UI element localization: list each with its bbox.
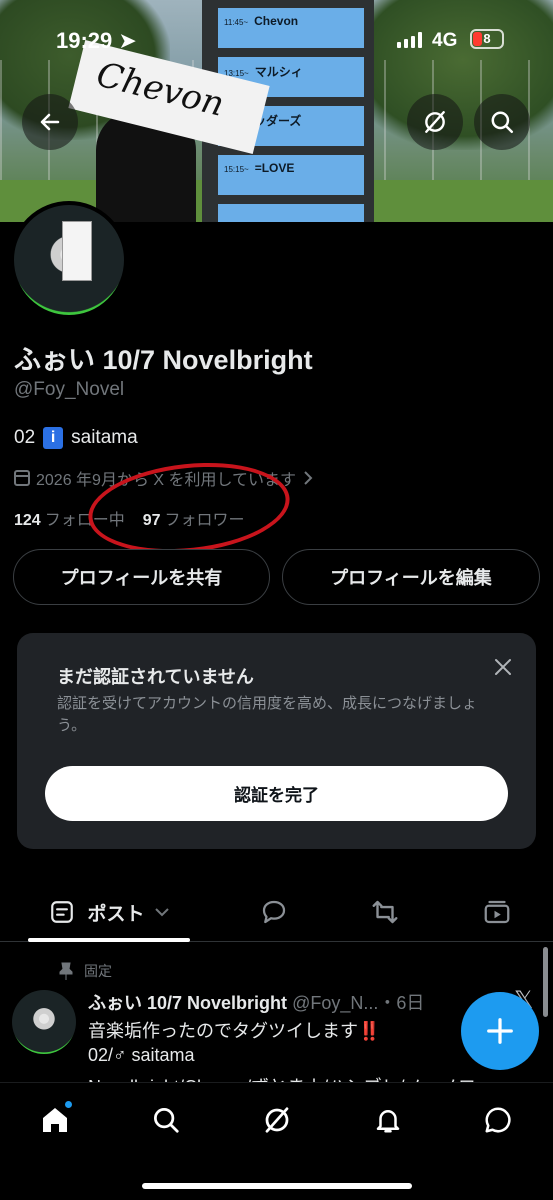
calendar-icon: [14, 470, 30, 486]
active-tab-indicator: [28, 938, 190, 942]
grok-icon: [265, 1107, 289, 1133]
post-author-name[interactable]: ふぉい 10/7 Novelbright: [88, 993, 287, 1013]
post-list-icon: [51, 901, 74, 923]
status-time: 19:29 ➤: [56, 28, 137, 53]
tab-reposts[interactable]: [364, 882, 406, 942]
nav-home[interactable]: [35, 1100, 75, 1140]
profile-name: ふぉい 10/7 Novelbright: [14, 345, 313, 375]
notifications-icon: [376, 1110, 400, 1133]
status-bar: 19:29 ➤ 4G 8: [0, 28, 553, 58]
reply-icon: [262, 900, 286, 924]
pin-icon: [59, 962, 73, 980]
search-button[interactable]: [474, 94, 530, 150]
verification-card: まだ認証されていません 認証を受けてアカウントの信用度を高め、成長につなげましょ…: [17, 633, 536, 849]
tab-posts[interactable]: ポスト: [28, 882, 190, 942]
nav-messages[interactable]: [478, 1100, 518, 1140]
plus-icon: [487, 1018, 513, 1044]
battery-icon: 8: [470, 29, 504, 49]
profile-tabs: ポスト: [0, 882, 553, 942]
notification-dot: [64, 1100, 73, 1109]
information-icon: i: [43, 427, 64, 449]
repost-icon: [372, 900, 398, 924]
messages-icon: [485, 1107, 511, 1133]
back-arrow-icon: [40, 113, 60, 131]
timetable-slot: [218, 204, 364, 222]
scrollbar[interactable]: [543, 947, 548, 1017]
tab-media[interactable]: [476, 882, 518, 942]
grok-button[interactable]: [407, 94, 463, 150]
pinned-label: 固定: [84, 963, 112, 979]
pinned-indicator: 固定: [58, 961, 112, 981]
network-type: 4G: [432, 30, 458, 51]
grok-icon: [425, 111, 445, 133]
home-indicator: [142, 1183, 412, 1189]
bio-location: saitama: [71, 427, 138, 448]
nav-grok[interactable]: [257, 1100, 297, 1140]
edit-profile-button[interactable]: プロフィールを編集: [282, 549, 540, 605]
profile-handle: @Foy_Novel: [14, 379, 125, 400]
post-handle-time: @Foy_N...・6日: [292, 993, 425, 1013]
verification-title: まだ認証されていません: [57, 667, 254, 687]
following-count: 124: [14, 512, 41, 529]
complete-verification-button[interactable]: 認証を完了: [45, 766, 508, 821]
timetable-slot: 15:15~ =LOVE: [218, 155, 364, 195]
search-icon: [491, 111, 513, 133]
media-icon: [484, 900, 510, 924]
post-author-avatar[interactable]: [12, 990, 76, 1054]
nav-explore[interactable]: [146, 1100, 186, 1140]
compose-button[interactable]: [461, 992, 539, 1070]
verification-description: 認証を受けてアカウントの信用度を高め、成長につなげましょう。: [57, 695, 478, 734]
back-button[interactable]: [22, 94, 78, 150]
share-profile-button[interactable]: プロフィールを共有: [13, 549, 270, 605]
tab-posts-label: ポスト: [87, 903, 145, 925]
signal-icon: [397, 32, 422, 48]
tab-replies[interactable]: [253, 882, 295, 942]
chevron-down-icon: [154, 908, 169, 917]
post-text-line: 02/♂ saitama: [88, 1045, 195, 1065]
profile-bio: 02 i saitama: [14, 427, 138, 449]
bio-prefix: 02: [14, 427, 36, 448]
close-icon[interactable]: [491, 655, 515, 679]
nav-notifications[interactable]: [368, 1100, 408, 1140]
post-header: ふぉい 10/7 Novelbright @Foy_N...・6日: [88, 989, 468, 1015]
chevron-right-icon: [304, 471, 313, 485]
post-text-line: 音楽垢作ったのでタグツイします‼️: [88, 1021, 381, 1041]
profile-avatar[interactable]: [10, 201, 128, 319]
explore-icon: [154, 1108, 179, 1133]
avatar-sign: [62, 221, 92, 281]
